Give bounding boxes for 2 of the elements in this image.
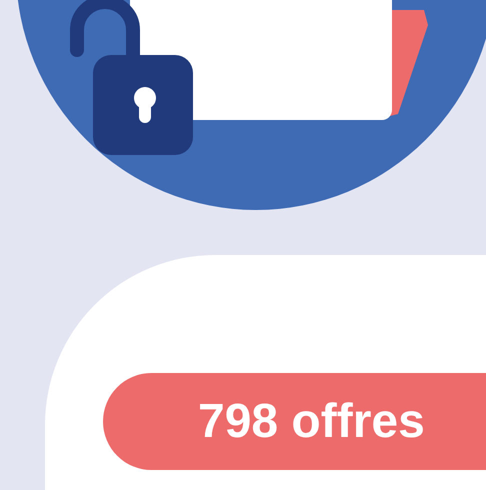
padlock-icon (70, 0, 193, 155)
offers-badge: 798 offres (103, 373, 486, 470)
